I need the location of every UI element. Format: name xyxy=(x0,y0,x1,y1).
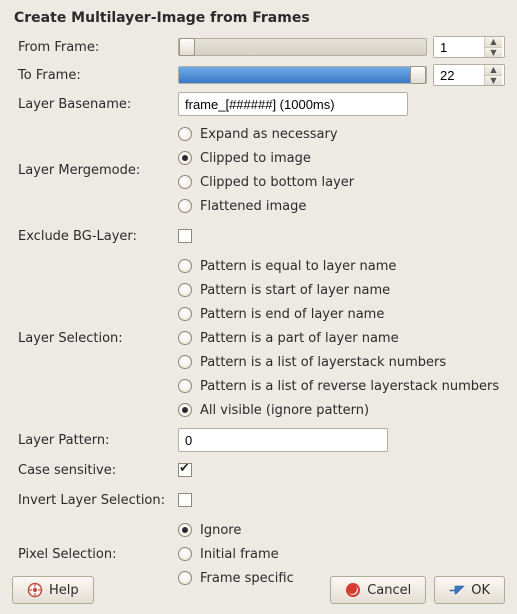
layer-pattern-input[interactable] xyxy=(178,428,388,452)
ok-icon xyxy=(449,582,465,598)
pixelselection-option[interactable]: Ignore xyxy=(178,520,505,540)
label-invert-selection: Invert Layer Selection: xyxy=(12,491,172,510)
exclude-bg-checkbox[interactable] xyxy=(178,226,505,246)
option-label: Clipped to image xyxy=(200,151,311,166)
layerselection-option[interactable]: Pattern is a list of reverse layerstack … xyxy=(178,376,505,396)
from-frame-value[interactable] xyxy=(434,37,484,57)
radio-icon xyxy=(178,523,192,537)
option-label: Clipped to bottom layer xyxy=(200,175,354,190)
label-case-sensitive: Case sensitive: xyxy=(12,461,172,480)
option-label: Flattened image xyxy=(200,199,306,214)
option-label: All visible (ignore pattern) xyxy=(200,403,369,418)
radio-icon xyxy=(178,331,192,345)
label-layer-selection: Layer Selection: xyxy=(12,329,172,348)
radio-icon xyxy=(178,127,192,141)
button-label: Help xyxy=(49,583,79,598)
radio-icon xyxy=(178,151,192,165)
radio-icon xyxy=(178,175,192,189)
option-label: Pattern is a part of layer name xyxy=(200,331,399,346)
mergemode-option[interactable]: Flattened image xyxy=(178,196,505,216)
ok-button[interactable]: OK xyxy=(434,576,505,604)
label-pixel-selection: Pixel Selection: xyxy=(12,545,172,564)
spinner-down-icon[interactable]: ▼ xyxy=(485,76,502,86)
case-sensitive-checkbox[interactable] xyxy=(178,460,505,480)
spinner-up-icon[interactable]: ▲ xyxy=(485,37,502,48)
cancel-icon xyxy=(345,582,361,598)
label-layer-mergemode: Layer Mergemode: xyxy=(12,161,172,180)
option-label: Pattern is a list of layerstack numbers xyxy=(200,355,446,370)
layerselection-option[interactable]: All visible (ignore pattern) xyxy=(178,400,505,420)
from-frame-slider[interactable] xyxy=(178,38,427,56)
spinner-down-icon[interactable]: ▼ xyxy=(485,48,502,58)
dialog-title: Create Multilayer-Image from Frames xyxy=(14,10,505,26)
radio-icon xyxy=(178,355,192,369)
invert-selection-checkbox[interactable] xyxy=(178,490,505,510)
checkbox-icon xyxy=(178,493,192,507)
radio-icon xyxy=(178,283,192,297)
button-label: OK xyxy=(471,583,490,598)
label-to-frame: To Frame: xyxy=(12,66,172,85)
help-button[interactable]: Help xyxy=(12,576,94,604)
checkbox-icon xyxy=(178,463,192,477)
to-frame-value[interactable] xyxy=(434,65,484,85)
layerselection-option[interactable]: Pattern is equal to layer name xyxy=(178,256,505,276)
radio-icon xyxy=(178,547,192,561)
label-layer-pattern: Layer Pattern: xyxy=(12,431,172,450)
label-from-frame: From Frame: xyxy=(12,38,172,57)
button-label: Cancel xyxy=(367,583,411,598)
radio-icon xyxy=(178,259,192,273)
help-icon xyxy=(27,582,43,598)
cancel-button[interactable]: Cancel xyxy=(330,576,426,604)
layer-selection-group: Pattern is equal to layer name Pattern i… xyxy=(178,254,505,422)
option-label: Pattern is equal to layer name xyxy=(200,259,396,274)
to-frame-spinner[interactable]: ▲ ▼ xyxy=(433,64,505,86)
layerselection-option[interactable]: Pattern is a part of layer name xyxy=(178,328,505,348)
to-frame-slider[interactable] xyxy=(178,66,427,84)
radio-icon xyxy=(178,379,192,393)
layerselection-option[interactable]: Pattern is a list of layerstack numbers xyxy=(178,352,505,372)
layer-mergemode-group: Expand as necessary Clipped to image Cli… xyxy=(178,122,505,218)
label-layer-basename: Layer Basename: xyxy=(12,95,172,114)
radio-icon xyxy=(178,199,192,213)
spinner-up-icon[interactable]: ▲ xyxy=(485,65,502,76)
option-label: Ignore xyxy=(200,523,241,538)
radio-icon xyxy=(178,307,192,321)
layerselection-option[interactable]: Pattern is end of layer name xyxy=(178,304,505,324)
pixelselection-option[interactable]: Initial frame xyxy=(178,544,505,564)
radio-icon xyxy=(178,403,192,417)
mergemode-option[interactable]: Expand as necessary xyxy=(178,124,505,144)
from-frame-spinner[interactable]: ▲ ▼ xyxy=(433,36,505,58)
checkbox-icon xyxy=(178,229,192,243)
layerselection-option[interactable]: Pattern is start of layer name xyxy=(178,280,505,300)
option-label: Expand as necessary xyxy=(200,127,338,142)
option-label: Pattern is start of layer name xyxy=(200,283,390,298)
mergemode-option[interactable]: Clipped to image xyxy=(178,148,505,168)
option-label: Pattern is a list of reverse layerstack … xyxy=(200,379,499,394)
mergemode-option[interactable]: Clipped to bottom layer xyxy=(178,172,505,192)
option-label: Pattern is end of layer name xyxy=(200,307,384,322)
option-label: Initial frame xyxy=(200,547,279,562)
layer-basename-input[interactable] xyxy=(178,92,408,116)
label-exclude-bg: Exclude BG-Layer: xyxy=(12,227,172,246)
